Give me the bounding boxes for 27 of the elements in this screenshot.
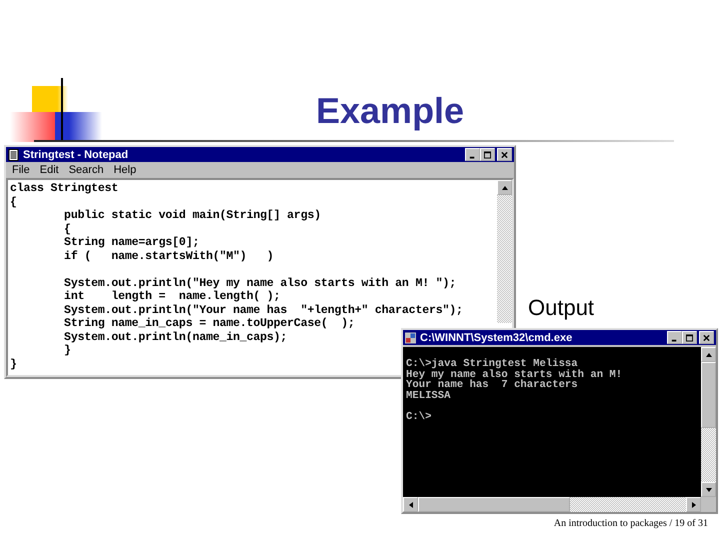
- menu-item[interactable]: File: [12, 164, 30, 176]
- console-line: Hey my name also starts with an M!: [406, 370, 622, 380]
- menu-item[interactable]: Search: [68, 164, 104, 176]
- console-line: C:\>: [406, 412, 432, 423]
- console-line: Your name has 7 characters: [406, 380, 578, 391]
- code-line: int length = name.length( );: [63, 290, 280, 304]
- code-line: String name_in_caps = name.toUpperCase( );: [63, 317, 355, 330]
- code-line: System.out.println(name_in_caps);: [63, 330, 288, 344]
- code-line: }: [63, 344, 71, 358]
- console-line: MELISSA: [406, 390, 451, 402]
- code-line: System.out.println("Hey my name also starts with an M! ");: [63, 276, 456, 290]
- code-line: System.out.println("Your name has "+length+" characters");: [63, 304, 463, 317]
- code-line: {: [10, 196, 17, 209]
- console-line: C:\>java Stringtest Melissa: [406, 359, 578, 370]
- window-title: Stringtest - Notepad: [23, 148, 130, 160]
- slide-footer: An introduction to packages / 19 of 31: [554, 518, 708, 529]
- menu-item[interactable]: Help: [114, 164, 136, 176]
- menu-item[interactable]: Edit: [40, 164, 59, 176]
- code-line: class Stringtest: [10, 182, 118, 196]
- slide-title: Example: [316, 90, 464, 132]
- code-line: if ( name.startsWith("M") ): [63, 250, 274, 263]
- code-line: {: [63, 222, 71, 236]
- output-label: Output: [528, 295, 594, 321]
- window-title: C:\WINNT\System32\cmd.exe: [420, 332, 574, 344]
- code-line: String name=args[0];: [63, 236, 200, 250]
- code-line: }: [10, 358, 17, 371]
- code-line: public static void main(String[] args): [63, 209, 321, 222]
